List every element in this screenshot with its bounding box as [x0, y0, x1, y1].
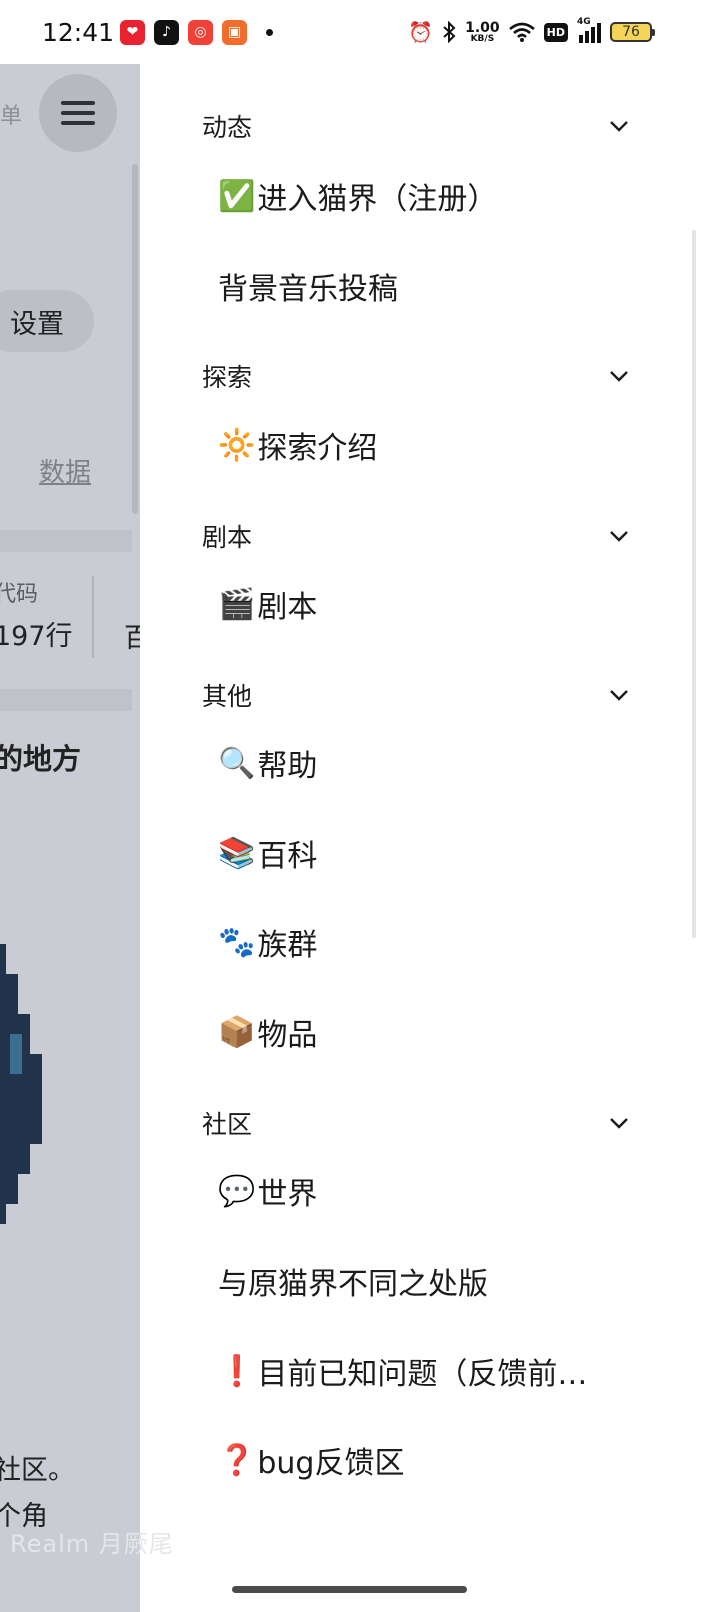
settings-button[interactable]: 设置	[0, 290, 94, 352]
code-label: 代码	[0, 582, 39, 607]
nav-item-label: 百科	[257, 839, 318, 874]
section-header-other[interactable]: 其他	[202, 675, 630, 715]
scrim-overlay[interactable]: 单 设置 数据 代码 197行 百 的地方 社区。 个角	[0, 64, 140, 1612]
section-header-script[interactable]: 剧本	[202, 516, 630, 556]
nav-item-label: 帮助	[257, 749, 318, 784]
app-icon-orange: ▣	[222, 19, 247, 45]
nav-item-world[interactable]: 💬 世界	[218, 1166, 638, 1216]
pixel-art-image	[0, 944, 44, 1224]
home-indicator[interactable]	[232, 1586, 467, 1593]
section-title: 探索	[202, 363, 253, 392]
notification-icons: ❤ ♪ ◎ ▣	[120, 19, 273, 45]
settings-label: 设置	[10, 308, 64, 340]
books-icon: 📚	[218, 835, 256, 871]
watermark: Realm 月厥尾	[10, 1530, 174, 1558]
nav-item-help[interactable]: 🔍 帮助	[218, 738, 638, 788]
chevron-down-icon	[610, 371, 628, 382]
place-heading: 的地方	[0, 742, 82, 776]
community-text: 社区。	[0, 1455, 75, 1486]
chevron-down-icon	[610, 531, 628, 542]
nav-item-bug-report[interactable]: ❓ bug反馈区	[218, 1435, 638, 1485]
nav-item-label: 目前已知问题（反馈前…	[257, 1357, 588, 1392]
data-link[interactable]: 数据	[39, 452, 91, 489]
chevron-down-icon	[610, 690, 628, 701]
netease-music-icon: ◎	[188, 19, 213, 45]
clapperboard-icon: 🎬	[218, 586, 256, 622]
bg-menu-text: 单	[0, 104, 23, 129]
hamburger-line	[61, 111, 95, 115]
next-stat-label: 百	[124, 623, 140, 654]
more-notifications-dot	[266, 28, 273, 36]
nav-item-script[interactable]: 🎬 剧本	[218, 579, 638, 629]
network-speed: 1.00 KB/S	[465, 21, 500, 44]
battery-icon: 76	[610, 22, 655, 42]
battery-level: 76	[622, 24, 640, 40]
divider-strip	[0, 689, 132, 711]
signal-icon: 4G	[577, 17, 601, 43]
hamburger-menu-button[interactable]	[39, 74, 117, 152]
section-title: 剧本	[202, 523, 253, 552]
drawer-scrollbar[interactable]	[692, 230, 696, 938]
bg-scrollbar	[132, 164, 138, 514]
speech-bubble-icon: 💬	[218, 1173, 256, 1209]
exclamation-icon: ❗	[218, 1353, 256, 1389]
nav-item-explore-intro[interactable]: 🔆 探索介绍	[218, 420, 638, 470]
app-icon-red: ❤	[120, 19, 145, 45]
section-header-explore[interactable]: 探索	[202, 356, 630, 396]
sun-icon: 🔆	[218, 427, 256, 463]
signal-label: 4G	[577, 17, 591, 27]
paw-prints-icon: 🐾	[218, 924, 256, 960]
status-bar: 12:41 ❤ ♪ ◎ ▣ ⏰ 1.00 KB/S HD 4G 76	[0, 0, 720, 64]
hamburger-line	[61, 121, 95, 125]
section-header-dongtai[interactable]: 动态	[202, 106, 630, 146]
nav-item-wiki[interactable]: 📚 百科	[218, 828, 638, 878]
nav-item-known-issues[interactable]: ❗ 目前已知问题（反馈前…	[218, 1346, 638, 1396]
alarm-icon: ⏰	[408, 20, 434, 44]
nav-item-label: 探索介绍	[257, 431, 378, 466]
bluetooth-icon	[443, 21, 456, 43]
system-status-icons: ⏰ 1.00 KB/S HD 4G 76	[408, 0, 655, 64]
nav-item-label: 物品	[257, 1018, 318, 1053]
nav-item-label: bug反馈区	[257, 1446, 405, 1481]
section-title: 其他	[202, 682, 253, 711]
nav-item-label: 进入猫界（注册）	[257, 182, 498, 217]
stat-divider	[92, 576, 94, 658]
signal-bar	[591, 27, 595, 43]
hd-badge: HD	[543, 22, 568, 42]
nav-item-enter-catworld[interactable]: ✅ 进入猫界（注册）	[218, 171, 638, 221]
magnifier-icon: 🔍	[218, 745, 256, 781]
net-speed-unit: KB/S	[470, 33, 495, 44]
section-title: 动态	[202, 113, 253, 142]
section-header-community[interactable]: 社区	[202, 1103, 630, 1143]
signal-bar	[579, 35, 583, 43]
wifi-icon	[508, 22, 535, 42]
section-title: 社区	[202, 1110, 253, 1139]
chevron-down-icon	[610, 121, 628, 132]
nav-item-label: 剧本	[257, 590, 318, 625]
navigation-drawer: 动态 ✅ 进入猫界（注册） 背景音乐投稿 探索 🔆 探索介绍 剧本 🎬 剧本 其…	[140, 64, 720, 1612]
nav-item-items[interactable]: 📦 物品	[218, 1007, 638, 1057]
net-speed-value: 1.00	[465, 19, 500, 36]
nav-item-label: 与原猫界不同之处版	[218, 1267, 488, 1302]
signal-bar	[585, 31, 589, 43]
divider-strip	[0, 530, 132, 552]
nav-item-label: 世界	[257, 1177, 318, 1212]
hamburger-line	[61, 101, 95, 105]
nav-item-clans[interactable]: 🐾 族群	[218, 917, 638, 967]
signal-bar	[597, 23, 601, 43]
tiktok-icon: ♪	[154, 19, 179, 45]
check-mark-icon: ✅	[218, 178, 256, 214]
question-mark-icon: ❓	[218, 1442, 256, 1478]
nav-item-label: 背景音乐投稿	[218, 272, 398, 307]
chevron-down-icon	[610, 1118, 628, 1129]
lines-value: 197行	[0, 621, 73, 652]
nav-item-label: 族群	[257, 928, 318, 963]
nav-item-bgm-submission[interactable]: 背景音乐投稿	[218, 261, 638, 311]
package-icon: 📦	[218, 1014, 256, 1050]
status-time: 12:41	[42, 17, 115, 47]
nav-item-differences[interactable]: 与原猫界不同之处版	[218, 1256, 638, 1306]
